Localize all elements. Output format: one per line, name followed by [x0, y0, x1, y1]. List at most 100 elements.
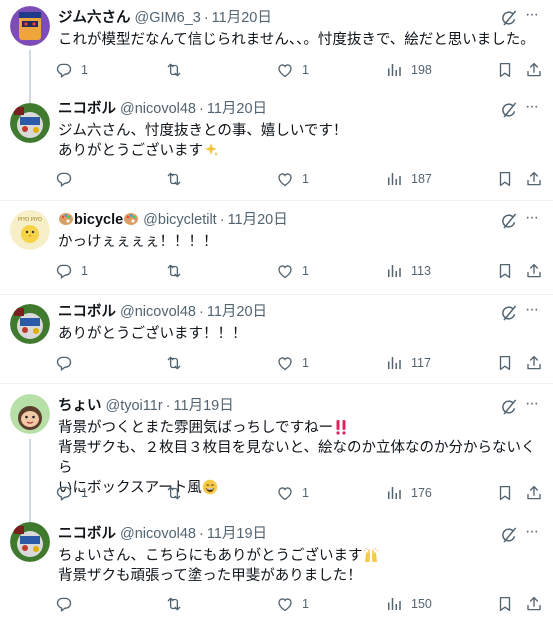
- bookmark-button[interactable]: [496, 168, 514, 190]
- retweet-button[interactable]: [165, 168, 183, 190]
- reply-button[interactable]: 1: [55, 260, 88, 282]
- reply-icon: [55, 61, 73, 79]
- retweet-icon: [165, 484, 183, 502]
- views-button[interactable]: 198: [385, 59, 432, 81]
- action-bar: 1 150: [55, 593, 545, 615]
- like-button[interactable]: 1: [276, 352, 309, 374]
- like-button[interactable]: 1: [276, 260, 309, 282]
- like-button[interactable]: 1: [276, 593, 309, 615]
- reply-tweet[interactable]: PIYO PIYO bicycle @bicycletilt · 11月20日 ···…: [0, 201, 553, 294]
- grok-icon[interactable]: [499, 303, 519, 323]
- tweet-text: ちょいさん、こちらにもありがとうございます 背景ザクも頑張って塗った甲斐がありまし…: [58, 546, 538, 586]
- more-icon[interactable]: ···: [525, 99, 545, 120]
- views-icon: [385, 61, 403, 79]
- share-button[interactable]: [525, 59, 543, 81]
- bookmark-button[interactable]: [496, 352, 514, 374]
- reply-button[interactable]: [55, 168, 73, 190]
- reply-tweet[interactable]: ニコボル @nicovol48 · 11月20日 ··· ありがとうございます！！！ …: [0, 295, 553, 383]
- reply-tweet[interactable]: ジム六さん @GIM6_3 · 11月20日 ··· これが模型だなんて信じられません…: [0, 0, 553, 100]
- grok-icon[interactable]: [499, 397, 519, 417]
- user-handle[interactable]: @GIM6_3: [135, 10, 201, 26]
- retweet-button[interactable]: [165, 482, 183, 504]
- avatar[interactable]: [10, 522, 50, 562]
- bookmark-button[interactable]: [496, 482, 514, 504]
- like-count: 1: [302, 264, 309, 278]
- more-icon[interactable]: ···: [525, 7, 545, 28]
- views-button[interactable]: 150: [385, 593, 432, 615]
- share-button[interactable]: [525, 593, 543, 615]
- user-handle[interactable]: @bicycletilt: [143, 212, 217, 228]
- views-button[interactable]: 113: [385, 260, 431, 282]
- reply-tweet[interactable]: ちょい @tyoi11r · 11月19日 ··· 背景がつくとまた雰囲気ばっちしです…: [0, 384, 553, 512]
- user-handle[interactable]: @nicovol48: [120, 304, 196, 320]
- avatar[interactable]: [10, 394, 50, 434]
- bookmark-button[interactable]: [496, 59, 514, 81]
- views-button[interactable]: 117: [385, 352, 431, 374]
- view-count: 117: [411, 356, 431, 370]
- view-count: 176: [411, 486, 432, 500]
- share-button[interactable]: [525, 260, 543, 282]
- display-name[interactable]: ちょい: [58, 398, 102, 414]
- grok-icon[interactable]: [499, 525, 519, 545]
- action-bar: 1 117: [55, 352, 545, 374]
- like-count: 1: [302, 172, 309, 186]
- avatar[interactable]: [10, 304, 50, 344]
- views-button[interactable]: 176: [385, 482, 432, 504]
- timestamp[interactable]: 11月20日: [207, 101, 267, 117]
- double-exclamation-emoji-icon: [336, 420, 346, 435]
- share-button[interactable]: [525, 352, 543, 374]
- reply-button[interactable]: [55, 593, 73, 615]
- display-name[interactable]: ニコボル: [58, 304, 116, 320]
- retweet-button[interactable]: [165, 260, 183, 282]
- reply-button[interactable]: [55, 352, 73, 374]
- display-name[interactable]: ジム六さん: [58, 10, 131, 26]
- views-button[interactable]: 187: [385, 168, 432, 190]
- like-button[interactable]: 1: [276, 482, 309, 504]
- user-handle[interactable]: @nicovol48: [120, 526, 196, 542]
- grok-icon[interactable]: [499, 100, 519, 120]
- user-handle[interactable]: @nicovol48: [120, 101, 196, 117]
- views-icon: [385, 262, 403, 280]
- like-icon: [276, 170, 294, 188]
- timestamp[interactable]: 11月19日: [207, 526, 267, 542]
- more-icon[interactable]: ···: [525, 210, 545, 231]
- bookmark-button[interactable]: [496, 260, 514, 282]
- tweet-text: ありがとうございます！！！: [58, 326, 247, 342]
- user-handle[interactable]: @tyoi11r: [106, 398, 163, 414]
- timestamp[interactable]: 11月20日: [207, 304, 267, 320]
- avatar[interactable]: PIYO PIYO: [10, 210, 50, 250]
- avatar[interactable]: [10, 103, 50, 143]
- avatar[interactable]: [10, 6, 50, 46]
- more-icon[interactable]: ···: [525, 396, 545, 417]
- tweet-text: かっけぇぇぇぇ！！！！: [58, 234, 218, 250]
- display-name[interactable]: ニコボル: [58, 101, 116, 117]
- more-icon[interactable]: ···: [525, 302, 545, 323]
- reply-tweet[interactable]: ニコボル @nicovol48 · 11月19日 ··· ちょいさん、こちらにもありが…: [0, 512, 553, 620]
- tweet-header: ジム六さん @GIM6_3 · 11月20日: [58, 8, 272, 28]
- display-name[interactable]: bicycle: [74, 212, 123, 228]
- like-button[interactable]: 1: [276, 59, 309, 81]
- like-button[interactable]: 1: [276, 168, 309, 190]
- like-icon: [276, 61, 294, 79]
- separator-dot: ·: [219, 212, 225, 228]
- share-button[interactable]: [525, 482, 543, 504]
- timestamp[interactable]: 11月20日: [212, 10, 272, 26]
- reply-tweet[interactable]: ニコボル @nicovol48 · 11月20日 ··· ジム六さん、忖度抜きとの事、…: [0, 95, 553, 200]
- tweet-header: ニコボル @nicovol48 · 11月19日: [58, 524, 267, 544]
- like-count: 1: [302, 486, 309, 500]
- reply-button[interactable]: 1: [55, 482, 88, 504]
- more-icon[interactable]: ···: [525, 524, 545, 545]
- display-name[interactable]: ニコボル: [58, 526, 116, 542]
- retweet-button[interactable]: [165, 593, 183, 615]
- share-button[interactable]: [525, 168, 543, 190]
- reply-button[interactable]: 1: [55, 59, 88, 81]
- views-icon: [385, 170, 403, 188]
- bookmark-button[interactable]: [496, 593, 514, 615]
- timestamp[interactable]: 11月19日: [174, 398, 234, 414]
- retweet-button[interactable]: [165, 352, 183, 374]
- grok-icon[interactable]: [499, 211, 519, 231]
- tweet-header: ちょい @tyoi11r · 11月19日: [58, 396, 234, 416]
- timestamp[interactable]: 11月20日: [228, 212, 288, 228]
- retweet-button[interactable]: [165, 59, 183, 81]
- grok-icon[interactable]: [499, 8, 519, 28]
